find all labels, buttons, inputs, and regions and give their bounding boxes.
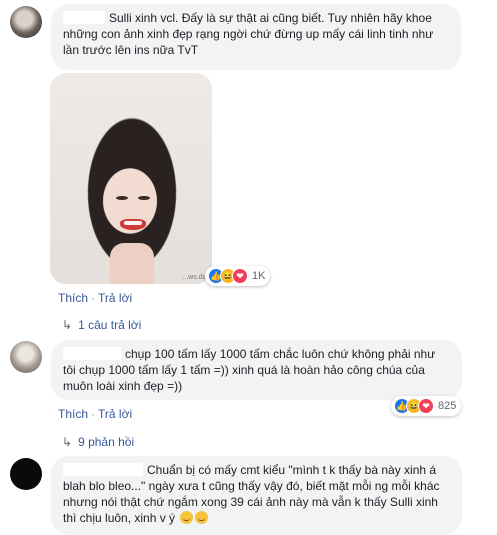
photo-eye-left xyxy=(116,196,128,200)
view-replies-link[interactable]: ↳ 9 phản hồi xyxy=(62,435,134,449)
love-icon: ❤ xyxy=(418,398,434,414)
smiling-emoji-icon xyxy=(195,511,209,524)
replies-label: 1 câu trả lời xyxy=(78,318,142,332)
comment-bubble: chụp 100 tấm lấy 1000 tấm chắc luôn chứ … xyxy=(51,340,462,400)
like-link[interactable]: Thích xyxy=(58,291,88,305)
reply-arrow-icon: ↳ xyxy=(62,435,73,449)
commenter-avatar[interactable] xyxy=(10,341,42,373)
redacted-name xyxy=(63,463,143,476)
view-replies-link[interactable]: ↳ 1 câu trả lời xyxy=(62,318,141,332)
comment-actions: Thích · Trả lời xyxy=(58,291,132,305)
reply-arrow-icon: ↳ xyxy=(62,318,73,332)
redacted-name xyxy=(63,11,105,24)
reply-link[interactable]: Trả lời xyxy=(98,407,132,421)
reaction-summary[interactable]: 👍 😆 ❤ 825 xyxy=(391,396,462,416)
commenter-avatar[interactable] xyxy=(10,6,42,38)
reply-link[interactable]: Trả lời xyxy=(98,291,132,305)
photo-eye-right xyxy=(138,196,150,200)
photo-neck xyxy=(110,243,154,284)
like-link[interactable]: Thích xyxy=(58,407,88,421)
comment-photo[interactable]: ...ws.dai xyxy=(50,73,212,284)
replies-label: 9 phản hồi xyxy=(78,435,135,449)
comment-text: Sulli xinh vcl. Đấy là sự thật ai cũng b… xyxy=(63,11,434,57)
comment-bubble: Sulli xinh vcl. Đấy là sự thật ai cũng b… xyxy=(51,4,461,70)
redacted-name xyxy=(63,347,121,360)
commenter-avatar[interactable] xyxy=(10,458,42,490)
love-icon: ❤ xyxy=(232,268,248,284)
separator-dot: · xyxy=(91,407,96,421)
smiling-emoji-icon xyxy=(180,511,194,524)
reaction-count: 1K xyxy=(252,270,266,282)
separator-dot: · xyxy=(91,291,96,305)
reaction-summary[interactable]: 👍 😆 ❤ 1K xyxy=(205,266,271,286)
comment-actions: Thích · Trả lời xyxy=(58,407,132,421)
comment-bubble: Chuẩn bị có mấy cmt kiểu "mình t k thấy … xyxy=(51,456,462,535)
photo-teeth xyxy=(124,221,142,225)
reaction-count: 825 xyxy=(438,400,457,412)
